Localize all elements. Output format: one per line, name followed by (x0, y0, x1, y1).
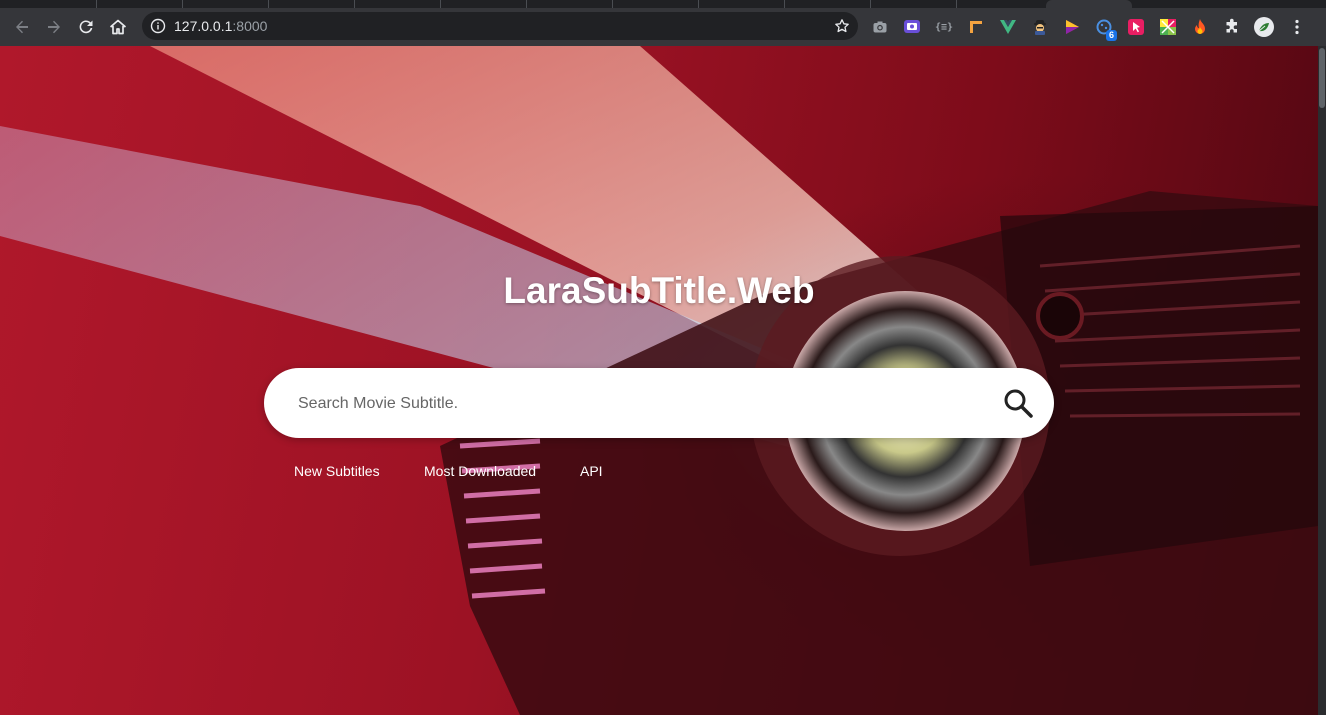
kebab-menu-icon (1295, 19, 1299, 35)
browser-tab[interactable] (870, 0, 957, 8)
forward-button[interactable] (40, 13, 68, 41)
puzzle-extensions-icon[interactable] (1222, 17, 1242, 37)
nav-new-subtitles[interactable]: New Subtitles (294, 463, 380, 479)
search-button[interactable] (1000, 385, 1036, 421)
info-icon[interactable] (150, 18, 166, 34)
bookmark-star-icon[interactable] (834, 18, 850, 34)
site-title: LaraSubTitle.Web (503, 270, 815, 311)
arrow-right-icon (48, 20, 60, 34)
browser-tab-active[interactable] (1046, 0, 1132, 8)
back-button[interactable] (8, 13, 36, 41)
url-port: :8000 (232, 18, 268, 34)
screen-recorder-extension-icon[interactable] (902, 17, 922, 37)
browser-tab[interactable] (526, 0, 613, 8)
play-extension-icon[interactable] (1062, 17, 1082, 37)
search-input[interactable] (296, 388, 980, 420)
browser-tab[interactable] (182, 0, 269, 8)
browser-tab[interactable] (96, 0, 183, 8)
address-url[interactable]: 127.0.0.1:8000 (174, 18, 267, 34)
arrow-left-icon (16, 20, 28, 34)
browser-tab[interactable] (268, 0, 355, 8)
scrollbar-thumb[interactable] (1319, 48, 1325, 108)
browser-tab[interactable] (784, 0, 871, 8)
reload-button[interactable] (72, 13, 100, 41)
spy-extension-icon[interactable] (1030, 17, 1050, 37)
flame-extension-icon[interactable] (1190, 17, 1210, 37)
browser-tab[interactable] (440, 0, 527, 8)
cookie-extension-icon[interactable]: 6 (1094, 17, 1117, 41)
browser-tab[interactable] (698, 0, 785, 8)
tab-strip (0, 0, 1326, 8)
json-formatter-extension-icon[interactable]: {≡} (934, 17, 954, 37)
nav-api[interactable]: API (580, 463, 603, 479)
color-grid-extension-icon[interactable] (1158, 17, 1178, 37)
browser-menu-button[interactable] (1287, 17, 1307, 37)
ruler-extension-icon[interactable] (966, 17, 986, 37)
vue-devtools-extension-icon[interactable] (998, 17, 1018, 37)
search-box (264, 368, 1054, 438)
profile-leaf-icon (1258, 23, 1269, 32)
extension-badge: 6 (1105, 30, 1117, 41)
browser-tab[interactable] (612, 0, 699, 8)
browser-tab[interactable] (10, 0, 97, 8)
reload-icon (79, 20, 93, 34)
home-button[interactable] (104, 13, 132, 41)
camera-extension-icon[interactable] (870, 17, 890, 37)
page-viewport: LaraSubTitle.Web New Subtitles Most Down… (0, 46, 1318, 715)
address-bar[interactable]: 127.0.0.1:8000 (142, 12, 858, 40)
page-scrollbar[interactable] (1318, 46, 1326, 715)
search-icon (1004, 389, 1033, 418)
url-host: 127.0.0.1 (174, 18, 233, 34)
browser-tab[interactable] (354, 0, 441, 8)
nav-most-downloaded[interactable]: Most Downloaded (424, 463, 536, 479)
profile-avatar[interactable] (1254, 17, 1274, 37)
browser-toolbar: 127.0.0.1:8000 {≡} 6 (0, 8, 1326, 46)
pointer-extension-icon[interactable] (1126, 17, 1146, 37)
home-icon (110, 19, 126, 35)
